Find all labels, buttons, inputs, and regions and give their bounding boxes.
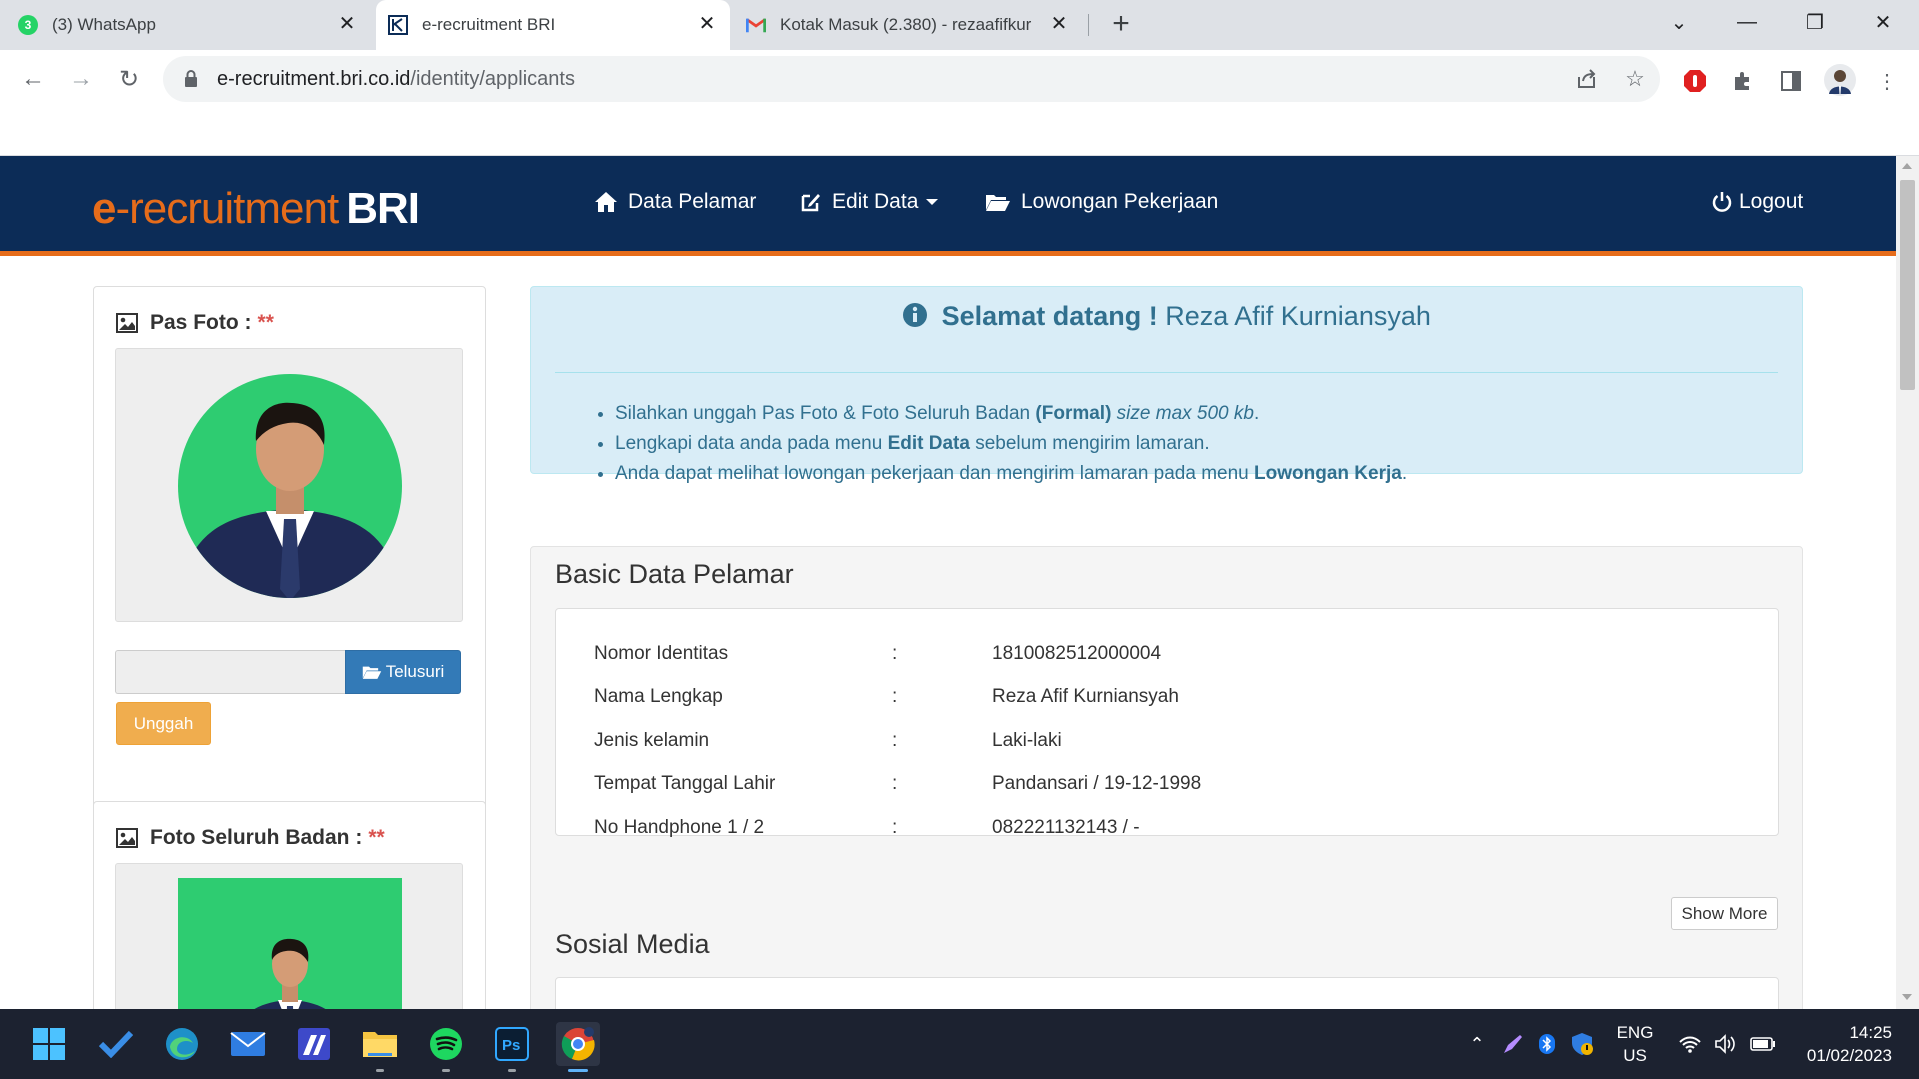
picture-icon (116, 313, 138, 333)
home-icon (595, 192, 617, 212)
reload-icon[interactable]: ↻ (110, 60, 148, 98)
file-explorer-icon[interactable] (358, 1022, 402, 1072)
new-tab-button[interactable]: + (1104, 8, 1138, 42)
tab-label: Kotak Masuk (2.380) - rezaafifkur (780, 15, 1032, 34)
wifi-icon[interactable] (1676, 1009, 1704, 1079)
photoshop-icon[interactable]: Ps (490, 1022, 534, 1072)
battery-icon[interactable] (1748, 1009, 1778, 1079)
tab-e-recruitment[interactable]: e-recruitment BRI ✕ (376, 0, 730, 50)
chevron-down-icon (926, 199, 939, 205)
whatsapp-icon: 3 (18, 15, 38, 35)
close-icon[interactable]: ✕ (336, 13, 358, 35)
menu-kebab-icon[interactable]: ⋮ (1872, 66, 1902, 96)
close-icon[interactable]: ✕ (1048, 13, 1070, 35)
site-navbar: e-recruitment BRI Data Pelamar Edit Data … (0, 156, 1896, 256)
page-scrollbar[interactable] (1896, 156, 1919, 1009)
tab-search-icon[interactable]: ⌄ (1645, 0, 1713, 44)
basic-data-section: Basic Data Pelamar Nomor Identitas:18100… (530, 546, 1803, 1009)
nav-data-pelamar[interactable]: Data Pelamar (594, 190, 756, 214)
sosial-media-title: Sosial Media (555, 929, 710, 959)
scroll-down-icon[interactable] (1902, 994, 1912, 1000)
table-row: Nomor Identitas:1810082512000004 (594, 643, 1162, 664)
welcome-alert: Selamat datang ! Reza Afif Kurniansyah S… (530, 286, 1803, 484)
pas-foto-preview (115, 348, 463, 622)
adblock-icon[interactable] (1680, 66, 1710, 96)
list-item: Silahkan unggah Pas Foto & Foto Seluruh … (615, 399, 1407, 429)
bri-icon (388, 15, 408, 35)
windows-start-icon[interactable] (27, 1022, 71, 1066)
address-bar[interactable]: e-recruitment.bri.co.id/identity/applica… (163, 56, 1660, 102)
vscode-like-app-icon[interactable] (292, 1022, 336, 1066)
welcome-heading: Selamat datang ! Reza Afif Kurniansyah (531, 301, 1802, 332)
info-icon (903, 303, 928, 327)
svg-text:Ps: Ps (502, 1037, 520, 1054)
foto-badan-panel: Foto Seluruh Badan : ** (93, 801, 486, 1009)
table-row: Jenis kelamin: Laki-laki (594, 730, 1062, 751)
power-icon (1712, 192, 1732, 212)
scroll-up-icon[interactable] (1902, 163, 1912, 169)
list-item: Anda dapat melihat lowongan pekerjaan da… (615, 459, 1407, 489)
tab-label: (3) WhatsApp (52, 15, 156, 34)
pas-foto-upload-button[interactable]: Unggah (116, 702, 211, 745)
sosial-media-card (555, 977, 1779, 1009)
table-row: Tempat Tanggal Lahir: Pandansari / 19-12-… (594, 773, 1202, 794)
foto-badan-preview (115, 863, 463, 1009)
nav-lowongan-pekerjaan[interactable]: Lowongan Pekerjaan (985, 190, 1218, 214)
share-icon[interactable] (1570, 62, 1604, 96)
picture-icon (116, 828, 138, 848)
table-row: Nama Lengkap: Reza Afif Kurniansyah (594, 686, 1179, 707)
foto-badan-title: Foto Seluruh Badan : ** (116, 826, 385, 850)
close-window-button[interactable]: ✕ (1849, 0, 1917, 44)
basic-data-card: Nomor Identitas:1810082512000004 Nama Le… (555, 608, 1779, 838)
forward-icon[interactable]: → (62, 60, 100, 98)
show-more-button[interactable]: Show More (1671, 897, 1778, 930)
volume-icon[interactable] (1712, 1009, 1740, 1079)
back-icon[interactable]: ← (14, 60, 52, 98)
basic-data-title: Basic Data Pelamar (555, 559, 794, 589)
bookmark-star-icon[interactable]: ☆ (1618, 62, 1652, 96)
tab-label: e-recruitment BRI (422, 15, 556, 34)
welcome-instructions: Silahkan unggah Pas Foto & Foto Seluruh … (615, 399, 1407, 489)
scrollbar-thumb[interactable] (1900, 180, 1915, 390)
brand-logo[interactable]: e-recruitment BRI (92, 184, 420, 234)
lock-icon (185, 70, 197, 87)
tray-overflow-icon[interactable]: ⌃ (1465, 1009, 1489, 1079)
tab-whatsapp[interactable]: 3 (3) WhatsApp ✕ (18, 0, 370, 50)
todo-app-icon[interactable] (94, 1022, 138, 1066)
pen-app-icon[interactable] (1500, 1009, 1526, 1079)
clock[interactable]: 14:25 01/02/2023 (1796, 1021, 1892, 1067)
spotify-icon[interactable] (424, 1022, 468, 1072)
folder-open-icon (986, 195, 1010, 211)
portrait-photo (178, 374, 402, 598)
security-shield-icon[interactable] (1568, 1009, 1596, 1079)
side-panel-icon[interactable] (1776, 66, 1806, 96)
folder-open-icon (362, 666, 381, 679)
edit-icon (801, 194, 820, 212)
tab-gmail[interactable]: Kotak Masuk (2.380) - rezaafifkur ✕ (746, 0, 1082, 50)
browser-toolbar: ← → ↻ e-recruitment.bri.co.id/identity/a… (0, 50, 1919, 156)
minimize-button[interactable]: — (1713, 0, 1781, 44)
table-row: No Handphone 1 / 2:082221132143 / - (594, 817, 1140, 838)
pas-foto-browse-button[interactable]: Telusuri (345, 650, 461, 694)
list-item: Lengkapi data anda pada menu Edit Data s… (615, 429, 1407, 459)
mail-app-icon[interactable] (226, 1022, 270, 1066)
bluetooth-icon[interactable] (1536, 1009, 1558, 1079)
page-viewport: e-recruitment BRI Data Pelamar Edit Data … (0, 156, 1896, 1009)
close-icon[interactable]: ✕ (696, 13, 718, 35)
nav-edit-data[interactable]: Edit Data (800, 190, 939, 214)
full-body-photo (178, 878, 402, 1009)
edge-browser-icon[interactable] (160, 1022, 204, 1066)
chrome-icon[interactable] (556, 1022, 600, 1072)
windows-taskbar: Ps ⌃ ENG US 14:25 01/02/2023 (0, 1009, 1919, 1079)
gmail-icon (746, 15, 766, 35)
nav-logout[interactable]: Logout (1711, 190, 1803, 214)
browser-tab-bar: 3 (3) WhatsApp ✕ e-recruitment BRI ✕ Kot… (0, 0, 1919, 50)
language-indicator[interactable]: ENG US (1610, 1021, 1660, 1067)
restore-button[interactable]: ❐ (1781, 0, 1849, 44)
pas-foto-file-input[interactable] (115, 650, 345, 694)
extensions-puzzle-icon[interactable] (1728, 66, 1758, 96)
pas-foto-title: Pas Foto : ** (116, 311, 274, 335)
profile-avatar[interactable] (1822, 62, 1858, 98)
url-text: e-recruitment.bri.co.id/identity/applica… (217, 67, 575, 90)
